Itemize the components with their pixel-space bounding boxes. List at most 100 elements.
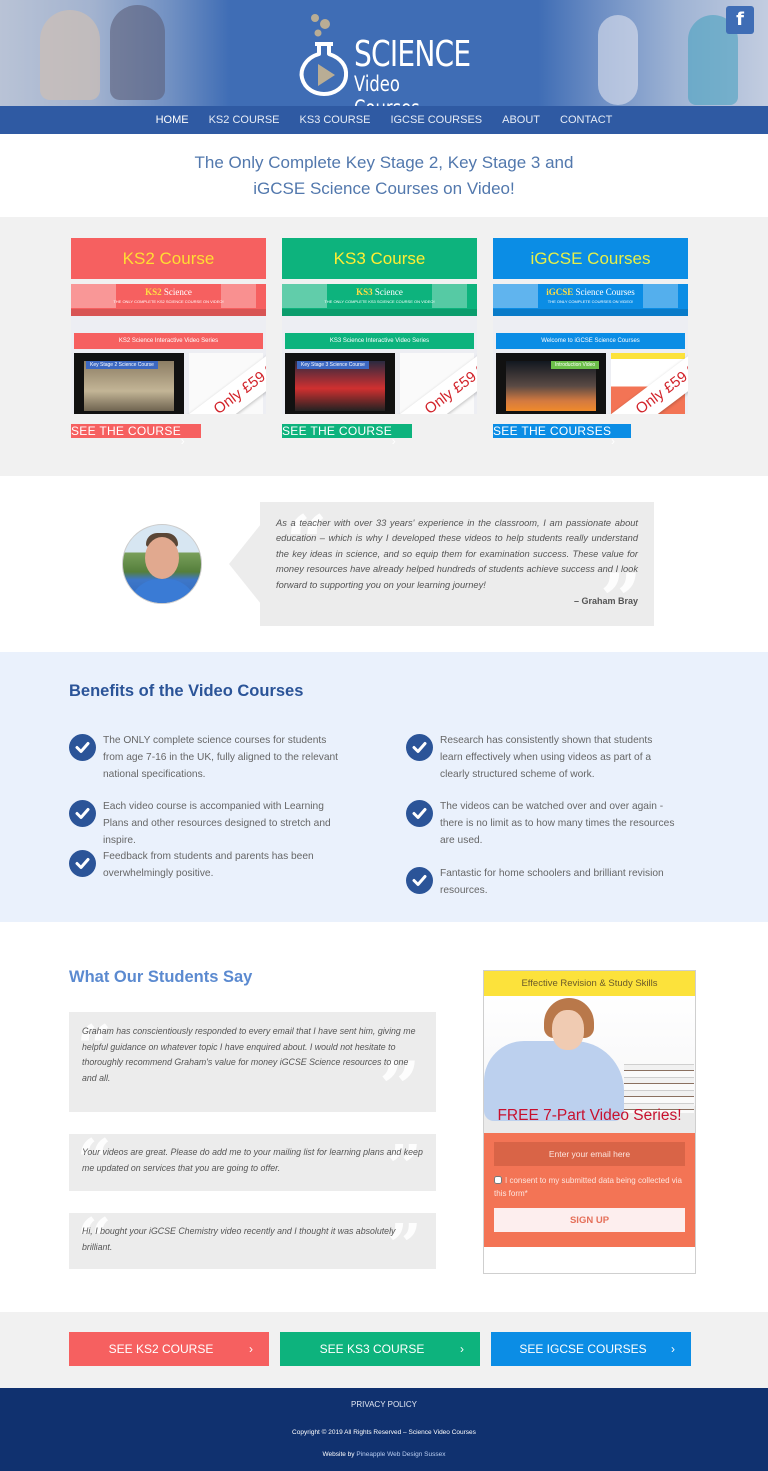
optin-form: I consent to my submitted data being col… bbox=[484, 1133, 695, 1247]
preview-bar: KS2 Science Interactive Video Series bbox=[74, 333, 263, 349]
teacher-avatar bbox=[122, 524, 202, 604]
hero-photo-students-left bbox=[0, 0, 230, 106]
button-label: SEE KS2 COURSE bbox=[108, 1342, 214, 1356]
testimonial-card: “ ” Graham has conscientiously responded… bbox=[69, 1012, 436, 1124]
site-logo[interactable]: SCIENCE Video Courses bbox=[298, 12, 471, 106]
course-card-title: KS3 Course bbox=[282, 238, 477, 279]
benefit-item: Each video course is accompanied with Le… bbox=[69, 798, 339, 849]
chevron-right-icon: › bbox=[460, 1342, 464, 1356]
see-the-course-button[interactable]: SEE THE COURSE › bbox=[282, 424, 413, 448]
benefit-item: Feedback from students and parents has b… bbox=[69, 848, 339, 882]
course-card-title: KS2 Course bbox=[71, 238, 266, 279]
benefit-item: The videos can be watched over and over … bbox=[406, 798, 676, 849]
preview-video-label: Introduction Video bbox=[551, 361, 600, 369]
preview-brand: KS3 bbox=[356, 287, 373, 297]
course-card-ks3: KS3 Course KS3 Science THE ONLY COMPLETE… bbox=[282, 238, 477, 448]
preview-quote bbox=[282, 320, 477, 330]
testimonials-heading: What Our Students Say bbox=[69, 968, 253, 986]
chevron-right-icon: › bbox=[671, 1342, 675, 1356]
check-circle-icon bbox=[406, 800, 433, 827]
benefit-item: Fantastic for home schoolers and brillia… bbox=[406, 865, 676, 899]
nav-ks2-course[interactable]: KS2 COURSE bbox=[209, 106, 280, 134]
testimonial-text: Hi, I bought your iGCSE Chemistry video … bbox=[82, 1226, 396, 1252]
site-footer: PRIVACY POLICY Copyright © 2019 All Righ… bbox=[0, 1388, 768, 1471]
testimonial-text: Your videos are great. Please do add me … bbox=[82, 1147, 423, 1173]
nav-contact[interactable]: CONTACT bbox=[560, 106, 612, 134]
preview-nav bbox=[282, 309, 477, 316]
preview-video-label: Key Stage 2 Science Course bbox=[86, 361, 158, 369]
button-label: SEE THE COURSE bbox=[71, 424, 182, 438]
course-card-igcse: iGCSE Courses iGCSE Science Courses THE … bbox=[493, 238, 688, 448]
consent-row: I consent to my submitted data being col… bbox=[494, 1174, 685, 1200]
teacher-quote-section: “ ” As a teacher with over 33 years' exp… bbox=[0, 476, 768, 652]
benefit-text: The ONLY complete science courses for st… bbox=[103, 735, 339, 780]
button-label: SEE IGCSE COURSES bbox=[519, 1342, 647, 1356]
preview-subtitle: THE ONLY COMPLETE KS3 SCIENCE COURSE ON … bbox=[324, 299, 435, 304]
preview-video-thumbnail: Introduction Video bbox=[496, 353, 606, 414]
nav-igcse-courses[interactable]: IGCSE COURSES bbox=[390, 106, 482, 134]
preview-header: iGCSE Science Courses THE ONLY COMPLETE … bbox=[493, 284, 688, 316]
benefit-text: The videos can be watched over and over … bbox=[440, 801, 675, 846]
website-credit: Website by Pineapple Web Design Sussex bbox=[0, 1451, 768, 1458]
testimonials-section: What Our Students Say “ ” Graham has con… bbox=[0, 922, 768, 1312]
quote-pointer bbox=[229, 524, 261, 604]
website-credit-prefix: Website by bbox=[322, 1451, 357, 1458]
preview-subtitle: THE ONLY COMPLETE KS2 SCIENCE COURSE ON … bbox=[113, 299, 224, 304]
bottom-cta-section: SEE KS2 COURSE › SEE KS3 COURSE › SEE IGCS… bbox=[0, 1312, 768, 1388]
benefit-item: The ONLY complete science courses for st… bbox=[69, 732, 339, 783]
course-website-preview[interactable]: KS2 Science THE ONLY COMPLETE KS2 SCIENC… bbox=[71, 284, 266, 414]
see-the-course-button[interactable]: SEE THE COURSE › bbox=[71, 424, 202, 448]
sign-up-button[interactable]: SIGN UP bbox=[494, 1208, 685, 1232]
preview-bar: Welcome to iGCSE Science Courses bbox=[496, 333, 685, 349]
check-circle-icon bbox=[69, 734, 96, 761]
preview-header: KS2 Science THE ONLY COMPLETE KS2 SCIENC… bbox=[71, 284, 266, 316]
optin-headline: FREE 7-Part Video Series! bbox=[497, 1107, 682, 1124]
check-circle-icon bbox=[69, 800, 96, 827]
flask-play-icon bbox=[299, 14, 349, 96]
preview-brand-suffix: Science Courses bbox=[575, 287, 635, 297]
nav-home[interactable]: HOME bbox=[156, 106, 189, 134]
see-ks3-course-button[interactable]: SEE KS3 COURSE › bbox=[280, 1332, 480, 1366]
facebook-icon[interactable]: f bbox=[726, 6, 754, 34]
main-nav: HOME KS2 COURSE KS3 COURSE IGCSE COURSES… bbox=[0, 106, 768, 134]
check-circle-icon bbox=[406, 734, 433, 761]
course-website-preview[interactable]: iGCSE Science Courses THE ONLY COMPLETE … bbox=[493, 284, 688, 414]
consent-checkbox[interactable] bbox=[494, 1176, 502, 1184]
button-label: SEE THE COURSE bbox=[282, 424, 393, 438]
check-circle-icon bbox=[406, 867, 433, 894]
nav-ks3-course[interactable]: KS3 COURSE bbox=[300, 106, 371, 134]
preview-video-label: Key Stage 3 Science Course bbox=[297, 361, 369, 369]
benefit-text: Research has consistently shown that stu… bbox=[440, 735, 653, 780]
check-circle-icon bbox=[69, 850, 96, 877]
hero-banner: SCIENCE Video Courses f bbox=[0, 0, 768, 106]
preview-brand: KS2 bbox=[145, 287, 162, 297]
email-input[interactable] bbox=[494, 1142, 685, 1166]
testimonial-text: Graham has conscientiously responded to … bbox=[82, 1026, 416, 1083]
course-website-preview[interactable]: KS3 Science THE ONLY COMPLETE KS3 SCIENC… bbox=[282, 284, 477, 414]
preview-brand-suffix: Science bbox=[374, 287, 403, 297]
nav-about[interactable]: ABOUT bbox=[502, 106, 540, 134]
optin-widget: Effective Revision & Study Skills FREE 7… bbox=[483, 970, 696, 1274]
teacher-quote-author: – Graham Bray bbox=[573, 596, 638, 607]
see-the-course-button[interactable]: SEE THE COURSES › bbox=[493, 424, 632, 448]
benefits-section: Benefits of the Video Courses The ONLY c… bbox=[0, 652, 768, 922]
preview-video-thumbnail: Key Stage 2 Science Course bbox=[74, 353, 184, 414]
copyright-text: Copyright © 2019 All Rights Reserved – S… bbox=[292, 1429, 476, 1436]
preview-bar: KS3 Science Interactive Video Series bbox=[285, 333, 474, 349]
benefit-item: Research has consistently shown that stu… bbox=[406, 732, 676, 783]
chevron-right-icon: › bbox=[249, 1342, 253, 1356]
privacy-policy-link[interactable]: PRIVACY POLICY bbox=[0, 1400, 768, 1409]
preview-brand: iGCSE bbox=[546, 287, 574, 297]
preview-brand-suffix: Science bbox=[163, 287, 192, 297]
see-ks2-course-button[interactable]: SEE KS2 COURSE › bbox=[69, 1332, 269, 1366]
teacher-quote: “ ” As a teacher with over 33 years' exp… bbox=[260, 502, 654, 636]
teacher-quote-text: As a teacher with over 33 years' experie… bbox=[276, 518, 638, 590]
course-card-ks2: KS2 Course KS2 Science THE ONLY COMPLETE… bbox=[71, 238, 266, 448]
preview-quote bbox=[493, 320, 688, 330]
web-designer-link[interactable]: Pineapple Web Design Sussex bbox=[356, 1451, 445, 1458]
preview-header: KS3 Science THE ONLY COMPLETE KS3 SCIENC… bbox=[282, 284, 477, 316]
see-igcse-courses-button[interactable]: SEE IGCSE COURSES › bbox=[491, 1332, 691, 1366]
preview-video-thumbnail: Key Stage 3 Science Course bbox=[285, 353, 395, 414]
optin-heading: Effective Revision & Study Skills bbox=[484, 971, 695, 996]
preview-nav bbox=[493, 309, 688, 316]
